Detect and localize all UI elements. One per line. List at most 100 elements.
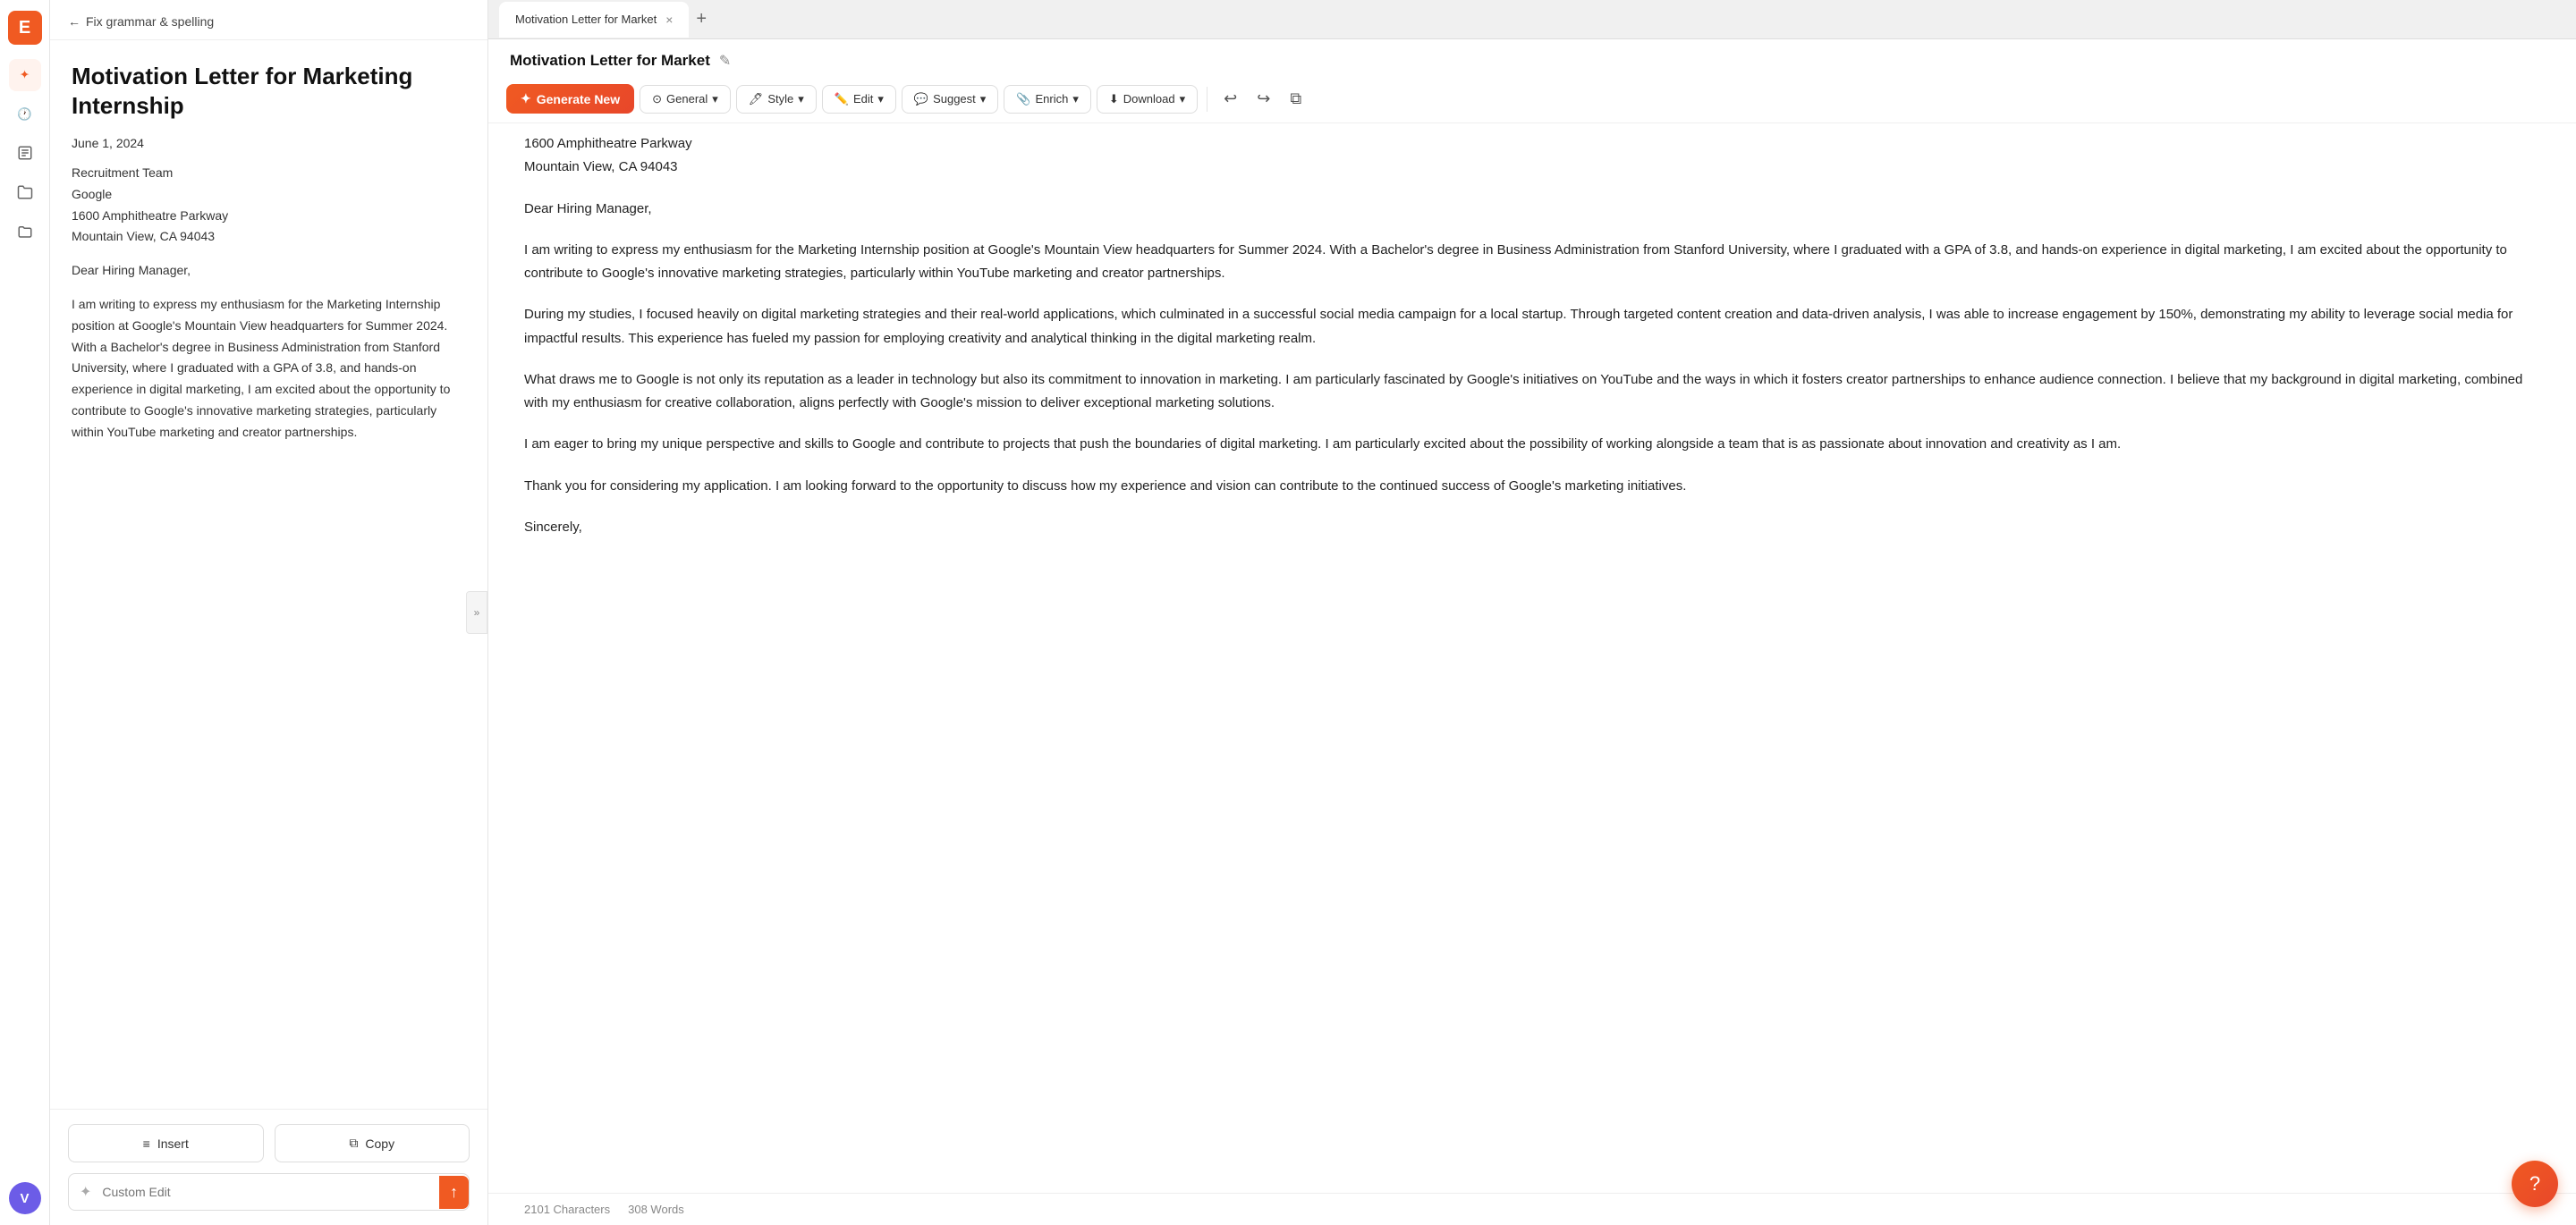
add-tab-icon: + (696, 9, 707, 29)
edit-icon: ✎ (719, 52, 731, 70)
doc-title: Motivation Letter for Marketing Internsh… (72, 62, 466, 120)
recipient-line4: Mountain View, CA 94043 (72, 229, 215, 243)
suggest-label: Suggest (933, 92, 976, 106)
generate-new-button[interactable]: ✦ Generate New (506, 84, 634, 114)
copy-icon: ⧉ (349, 1136, 358, 1151)
general-label: General (666, 92, 708, 106)
sidebar-item-folder2[interactable] (9, 216, 41, 249)
style-button[interactable]: 🖊 Style ▾ (736, 85, 817, 114)
copy-label: Copy (365, 1136, 394, 1151)
sidebar-item-documents[interactable] (9, 138, 41, 170)
enrich-chevron-icon: ▾ (1072, 92, 1079, 106)
undo-button[interactable]: ↩ (1216, 84, 1244, 114)
copy-button[interactable]: ⧉ Copy (275, 1124, 470, 1162)
insert-label: Insert (157, 1136, 189, 1151)
custom-edit-input[interactable] (102, 1176, 439, 1208)
tab-bar: Motivation Letter for Market × + (488, 0, 2576, 39)
doc-content: 1600 Amphitheatre Parkway Mountain View,… (488, 123, 2576, 1193)
tab-title: Motivation Letter for Market (515, 13, 657, 26)
recipient-line3: 1600 Amphitheatre Parkway (72, 208, 228, 223)
char-count: 2101 Characters (524, 1203, 610, 1216)
enrich-icon: 📎 (1016, 92, 1030, 106)
general-button[interactable]: ⊙ General ▾ (640, 85, 731, 114)
download-chevron-icon: ▾ (1180, 92, 1186, 106)
custom-edit-row: ✦ ↑ (68, 1173, 470, 1211)
doc-date: June 1, 2024 (72, 136, 466, 150)
doc-name-row: Motivation Letter for Market ✎ (488, 39, 2576, 75)
back-button[interactable]: ← Fix grammar & spelling (68, 14, 214, 29)
user-avatar[interactable]: V (9, 1182, 41, 1214)
folder2-icon (17, 224, 33, 242)
app-logo: E (8, 11, 42, 45)
support-button[interactable]: ? (2512, 1161, 2558, 1207)
sidebar: E ✦ 🕐 V (0, 0, 50, 1225)
tab-motivation-letter[interactable]: Motivation Letter for Market × (499, 2, 689, 38)
sidebar-item-history[interactable]: 🕐 (9, 98, 41, 131)
general-chevron-icon: ▾ (712, 92, 718, 106)
custom-edit-send-button[interactable]: ↑ (439, 1176, 469, 1209)
suggest-chevron-icon: ▾ (980, 92, 987, 106)
style-icon: 🖊 (749, 92, 764, 106)
doc-greeting: Dear Hiring Manager, (524, 198, 2540, 221)
redo-icon: ↪ (1257, 89, 1270, 107)
doc-recipient: Recruitment Team Google 1600 Amphitheatr… (72, 163, 466, 248)
undo-icon: ↩ (1224, 89, 1237, 107)
enrich-button[interactable]: 📎 Enrich ▾ (1004, 85, 1091, 114)
left-panel-content: Motivation Letter for Marketing Internsh… (50, 40, 487, 1109)
back-label: Fix grammar & spelling (86, 14, 214, 29)
suggest-button[interactable]: 💬 Suggest ▾ (902, 85, 998, 114)
doc-paragraph2: During my studies, I focused heavily on … (524, 303, 2540, 351)
download-label: Download (1123, 92, 1175, 106)
action-buttons: ≡ Insert ⧉ Copy (68, 1124, 470, 1162)
style-chevron-icon: ▾ (798, 92, 804, 106)
history-icon: 🕐 (17, 107, 32, 122)
edit-button[interactable]: ✏️ Edit ▾ (822, 85, 896, 114)
doc-address: 1600 Amphitheatre Parkway Mountain View,… (524, 132, 2540, 180)
doc-closing: Sincerely, (524, 516, 2540, 539)
support-icon: ? (2529, 1172, 2540, 1195)
documents-icon (17, 145, 33, 164)
sidebar-item-magic[interactable]: ✦ (9, 59, 41, 91)
generate-label: Generate New (537, 92, 620, 106)
edit-label: Edit (853, 92, 873, 106)
doc-name-text: Motivation Letter for Market (510, 52, 710, 70)
recipient-line1: Recruitment Team (72, 165, 173, 180)
send-icon: ↑ (450, 1183, 458, 1202)
left-panel-actions: ≡ Insert ⧉ Copy ✦ ↑ (50, 1109, 487, 1225)
double-arrow-icon: » (474, 606, 480, 619)
download-icon: ⬇ (1109, 92, 1119, 106)
greeting-preview: Dear Hiring Manager, (72, 260, 466, 282)
sidebar-item-folder1[interactable] (9, 177, 41, 209)
redo-button[interactable]: ↪ (1250, 84, 1277, 114)
back-arrow-icon: ← (68, 14, 80, 29)
generate-icon: ✦ (521, 91, 531, 106)
recipient-line2: Google (72, 187, 112, 201)
custom-edit-icon: ✦ (69, 1174, 102, 1210)
download-button[interactable]: ⬇ Download ▾ (1097, 85, 1198, 114)
word-count: 308 Words (628, 1203, 684, 1216)
insert-button[interactable]: ≡ Insert (68, 1124, 264, 1162)
doc-edit-icon-button[interactable]: ✎ (719, 52, 731, 70)
suggest-icon: 💬 (914, 92, 928, 106)
scroll-indicator[interactable]: » (466, 591, 487, 634)
toolbar-copy-button[interactable]: ⧉ (1283, 84, 1309, 114)
folder1-icon (17, 184, 33, 203)
tab-add-button[interactable]: + (689, 5, 714, 33)
enrich-label: Enrich (1035, 92, 1068, 106)
tab-close-button[interactable]: × (664, 11, 674, 29)
doc-paragraph4: I am eager to bring my unique perspectiv… (524, 433, 2540, 456)
address-line1: 1600 Amphitheatre Parkway (524, 136, 692, 151)
para1-preview: I am writing to express my enthusiasm fo… (72, 294, 466, 444)
insert-icon: ≡ (143, 1136, 150, 1151)
toolbar: ✦ Generate New ⊙ General ▾ 🖊 Style ▾ ✏️ … (488, 75, 2576, 123)
doc-paragraph1: I am writing to express my enthusiasm fo… (524, 239, 2540, 286)
magic-wand-icon: ✦ (20, 68, 30, 82)
main-panel: Motivation Letter for Market × + Motivat… (488, 0, 2576, 1225)
style-label: Style (767, 92, 793, 106)
toolbar-copy-icon: ⧉ (1290, 89, 1301, 107)
left-panel-header: ← Fix grammar & spelling (50, 0, 487, 40)
doc-paragraph5: Thank you for considering my application… (524, 475, 2540, 498)
left-panel: ← Fix grammar & spelling Motivation Lett… (50, 0, 488, 1225)
edit-tool-icon: ✏️ (835, 92, 849, 106)
edit-chevron-icon: ▾ (877, 92, 884, 106)
